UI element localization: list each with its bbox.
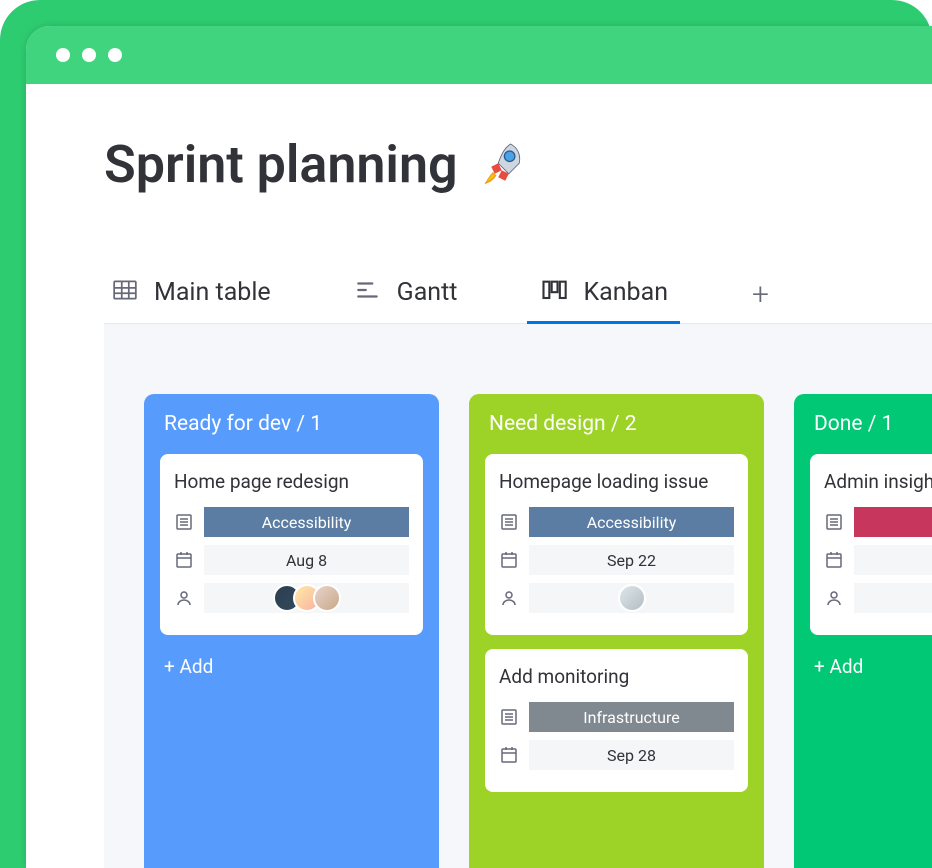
app-frame: Sprint planning (0, 0, 932, 868)
tag-pill[interactable]: Accessibility (529, 507, 734, 537)
calendar-icon (499, 745, 519, 765)
content-area: Sprint planning (26, 84, 932, 868)
browser-titlebar (26, 26, 932, 84)
card-people-row (824, 583, 932, 613)
list-icon (174, 512, 194, 532)
column-header[interactable]: Done / 1 (810, 412, 932, 436)
add-view-button[interactable]: + (744, 269, 777, 320)
card-title: Admin insights (824, 470, 932, 493)
kanban-card[interactable]: Add monitoring Infrastructure Sep 28 (485, 649, 748, 792)
column-header[interactable]: Ready for dev / 1 (160, 412, 423, 436)
tag-pill[interactable] (854, 507, 932, 537)
tab-gantt[interactable]: Gantt (347, 265, 464, 323)
tag-pill[interactable]: Accessibility (204, 507, 409, 537)
people-pill[interactable] (529, 583, 734, 613)
tab-main-table[interactable]: Main table (104, 265, 277, 323)
card-date-row (824, 545, 932, 575)
people-pill[interactable] (204, 583, 409, 613)
column-title: Need design (489, 412, 606, 436)
list-icon (824, 512, 844, 532)
tab-label: Gantt (397, 278, 458, 307)
kanban-card[interactable]: Admin insights (810, 454, 932, 635)
column-count: 1 (882, 412, 894, 436)
column-need-design: Need design / 2 Homepage loading issue A… (469, 394, 764, 868)
card-date-row: Sep 22 (499, 545, 734, 575)
tab-label: Kanban (583, 278, 668, 307)
column-count: 1 (310, 412, 322, 436)
card-title: Homepage loading issue (499, 470, 734, 493)
window-dot (56, 48, 70, 62)
date-pill[interactable]: Aug 8 (204, 545, 409, 575)
date-pill[interactable]: Sep 28 (529, 740, 734, 770)
avatar-stack (273, 584, 341, 612)
column-done: Done / 1 Admin insights (794, 394, 932, 868)
calendar-icon (174, 550, 194, 570)
card-tag-row: Accessibility (174, 507, 409, 537)
avatar-stack (618, 584, 646, 612)
window-dot (82, 48, 96, 62)
window-dot (108, 48, 122, 62)
card-tag-row (824, 507, 932, 537)
plus-icon: + (752, 277, 769, 312)
people-pill[interactable] (854, 583, 932, 613)
person-icon (174, 588, 194, 608)
page-title-text: Sprint planning (104, 134, 458, 195)
add-card-button[interactable]: + Add (810, 649, 932, 684)
date-pill[interactable] (854, 545, 932, 575)
list-icon (499, 512, 519, 532)
kanban-board: Ready for dev / 1 Home page redesign Acc… (104, 324, 932, 868)
kanban-card[interactable]: Homepage loading issue Accessibility Se (485, 454, 748, 635)
card-people-row (499, 583, 734, 613)
gantt-icon (353, 277, 383, 307)
card-date-row: Aug 8 (174, 545, 409, 575)
card-date-row: Sep 28 (499, 740, 734, 770)
column-header[interactable]: Need design / 2 (485, 412, 748, 436)
person-icon (499, 588, 519, 608)
person-icon (824, 588, 844, 608)
card-tag-row: Accessibility (499, 507, 734, 537)
column-title: Ready for dev (164, 412, 291, 436)
kanban-icon (539, 277, 569, 307)
avatar (618, 584, 646, 612)
card-people-row (174, 583, 409, 613)
browser-window: Sprint planning (26, 26, 932, 868)
add-card-button[interactable]: + Add (160, 649, 423, 684)
view-tabs: Main table Gantt (104, 265, 932, 324)
column-ready-for-dev: Ready for dev / 1 Home page redesign Acc… (144, 394, 439, 868)
list-icon (499, 707, 519, 727)
rocket-icon (472, 137, 528, 193)
date-pill[interactable]: Sep 22 (529, 545, 734, 575)
table-icon (110, 277, 140, 307)
column-title: Done (814, 412, 863, 436)
tag-pill[interactable]: Infrastructure (529, 702, 734, 732)
column-count: 2 (625, 412, 637, 436)
tab-label: Main table (154, 278, 271, 307)
page-title: Sprint planning (104, 134, 932, 195)
calendar-icon (824, 550, 844, 570)
card-title: Home page redesign (174, 470, 409, 493)
card-tag-row: Infrastructure (499, 702, 734, 732)
tab-kanban[interactable]: Kanban (533, 265, 674, 323)
calendar-icon (499, 550, 519, 570)
card-title: Add monitoring (499, 665, 734, 688)
kanban-card[interactable]: Home page redesign Accessibility Aug 8 (160, 454, 423, 635)
avatar (313, 584, 341, 612)
